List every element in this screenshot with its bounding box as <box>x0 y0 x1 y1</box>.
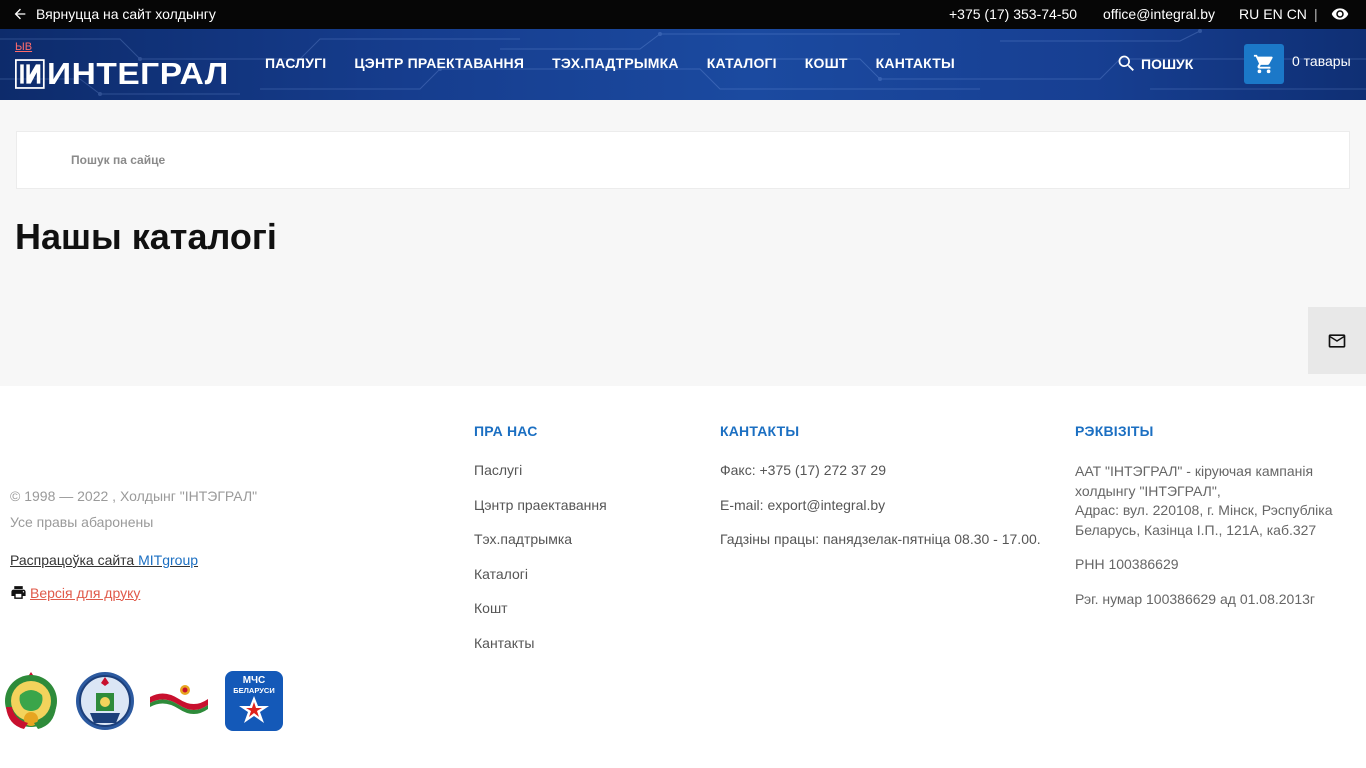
arrow-left-icon <box>14 8 26 20</box>
footer-link-tech-support[interactable]: Тэх.падтрымка <box>474 531 572 547</box>
main-nav: ПАСЛУГІ ЦЭНТР ПРАЕКТАВАННЯ ТЭХ.ПАДТРЫМКА… <box>265 55 983 71</box>
page-title: Нашы каталогі <box>15 216 277 257</box>
belarus-flag-ribbon[interactable] <box>148 669 210 733</box>
print-version-label: Версія для друку <box>30 584 141 601</box>
back-to-holding-link[interactable]: Вярнуцца на сайт холдынгу <box>12 6 216 22</box>
back-to-holding-label: Вярнуцца на сайт холдынгу <box>36 6 216 22</box>
requisites-unp: РНН 100386629 <box>1075 556 1179 572</box>
requisites-company: ААТ "ІНТЭГРАЛ" - кіруючая кампанія холды… <box>1075 463 1314 499</box>
nav-design-center[interactable]: ЦЭНТР ПРАЕКТАВАННЯ <box>354 55 524 71</box>
ab-link[interactable]: ЫВ <box>15 41 32 53</box>
rights-reserved: Усе правы абаронены <box>10 514 154 530</box>
state-emblem-badge[interactable] <box>74 669 136 733</box>
print-version-link[interactable]: Версія для друку <box>10 584 140 601</box>
integral-logo-mark <box>15 59 45 89</box>
lang-cn[interactable]: CN <box>1287 6 1307 22</box>
nav-catalogs[interactable]: КАТАЛОГІ <box>707 55 777 71</box>
footer-link-price[interactable]: Кошт <box>474 600 508 616</box>
mchs-label: МЧС <box>243 675 266 686</box>
mchs-belarus-label: БЕЛАРУСИ <box>233 686 274 695</box>
requisites-address: Адрас: вул. 220108, г. Мінск, Рэспубліка… <box>1075 502 1333 538</box>
lang-en[interactable]: EN <box>1263 6 1282 22</box>
footer-requisites-title: РЭКВІЗІТЫ <box>1075 423 1154 439</box>
site-search-input[interactable] <box>71 150 971 170</box>
copyright: © 1998 — 2022 , Холдынг "ІНТЭГРАЛ" <box>10 488 258 504</box>
footer-hours: Гадзіны працы: панядзелак-пятніца 08.30 … <box>720 531 1041 547</box>
site-header: ЫВ ИНТЕГРАЛ ПАСЛУГІ ЦЭНТР ПРАЕКТАВАННЯ Т… <box>0 29 1366 100</box>
email-link[interactable]: office@integral.by <box>1103 6 1215 22</box>
nav-price[interactable]: КОШТ <box>805 55 848 71</box>
footer-link-contacts[interactable]: Кантакты <box>474 635 534 651</box>
cart-button[interactable] <box>1244 44 1284 84</box>
separator: | <box>1314 6 1318 22</box>
integral-logo[interactable]: ИНТЕГРАЛ <box>15 56 228 92</box>
site-footer: © 1998 — 2022 , Холдынг "ІНТЭГРАЛ" Усе п… <box>0 386 1366 768</box>
nav-tech-support[interactable]: ТЭХ.ПАДТРЫМКА <box>552 55 679 71</box>
footer-link-services[interactable]: Паслугі <box>474 462 522 478</box>
mail-icon <box>1328 333 1346 348</box>
requisites-reg: Рэг. нумар 100386629 ад 01.08.2013г <box>1075 590 1315 607</box>
main-content: Нашы каталогі <box>0 100 1366 386</box>
footer-about-title: ПРА НАС <box>474 423 538 439</box>
printer-icon <box>11 586 26 599</box>
requisites-company-address: ААТ "ІНТЭГРАЛ" - кіруючая кампанія холды… <box>1075 462 1345 540</box>
nav-services[interactable]: ПАСЛУГІ <box>265 55 326 71</box>
language-switcher: RU EN CN <box>1239 6 1307 22</box>
top-bar: Вярнуцца на сайт холдынгу +375 (17) 353-… <box>0 0 1366 29</box>
search-icon <box>1118 55 1134 71</box>
mchs-belarus-logo[interactable]: МЧС БЕЛАРУСИ <box>223 669 285 733</box>
cart-icon <box>1253 54 1273 74</box>
footer-link-catalogs[interactable]: Каталогі <box>474 566 528 582</box>
footer-requisites: ААТ "ІНТЭГРАЛ" - кіруючая кампанія холды… <box>1075 462 1345 624</box>
logo-text: ИНТЕГРАЛ <box>46 56 229 91</box>
belarus-coat-of-arms[interactable] <box>0 669 62 733</box>
cart-count[interactable]: 0 тавары <box>1292 53 1351 69</box>
nav-contacts[interactable]: КАНТАКТЫ <box>876 55 955 71</box>
phone-link[interactable]: +375 (17) 353-74-50 <box>949 6 1077 22</box>
developer-prefix: Распрацоўка сайта <box>10 552 139 568</box>
eye-icon[interactable] <box>1329 5 1351 23</box>
lang-ru[interactable]: RU <box>1239 6 1259 22</box>
footer-fax: Факс: +375 (17) 272 37 29 <box>720 462 886 478</box>
footer-link-design-center[interactable]: Цэнтр праектавання <box>474 497 607 513</box>
search-button[interactable]: ПОШУК <box>1116 53 1193 74</box>
site-search-box <box>16 131 1350 189</box>
footer-email[interactable]: E-mail: export@integral.by <box>720 497 885 513</box>
developer-link[interactable]: MITgroup <box>138 552 198 568</box>
search-label: ПОШУК <box>1141 55 1194 72</box>
footer-contacts-title: КАНТАКТЫ <box>720 423 800 439</box>
developer-credit: Распрацоўка сайта MITgroup <box>10 552 198 568</box>
feedback-button[interactable] <box>1308 307 1366 374</box>
